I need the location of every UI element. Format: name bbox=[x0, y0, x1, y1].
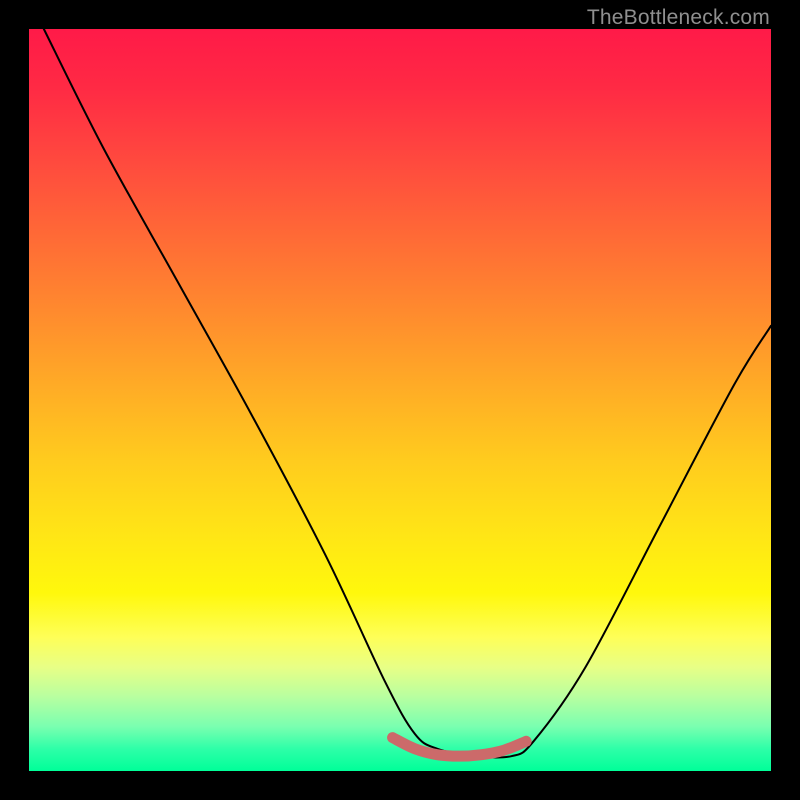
bottom-highlight bbox=[393, 738, 527, 757]
plot-area bbox=[29, 29, 771, 771]
chart-frame: TheBottleneck.com bbox=[0, 0, 800, 800]
curve-svg bbox=[29, 29, 771, 771]
watermark-text: TheBottleneck.com bbox=[587, 6, 770, 30]
bottleneck-curve bbox=[44, 29, 771, 758]
